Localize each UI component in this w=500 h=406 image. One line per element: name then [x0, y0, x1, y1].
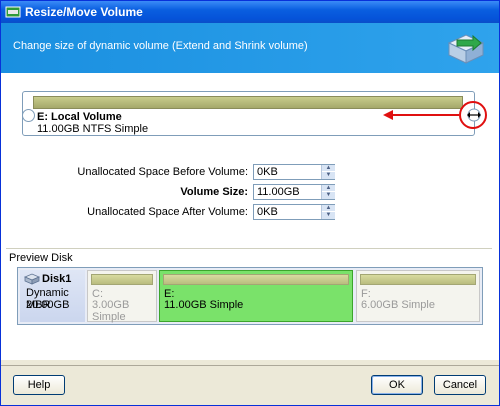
partition-f[interactable]: F: 6.00GB Simple — [356, 270, 480, 322]
before-space-down-icon[interactable]: ▼ — [322, 172, 335, 179]
volume-info: 11.00GB NTFS Simple — [37, 123, 149, 135]
drag-hint-arrow-icon — [383, 101, 487, 129]
volume-size-down-icon[interactable]: ▼ — [322, 192, 335, 199]
volume-size-spinner[interactable]: 11.00GB ▲ ▼ — [253, 184, 335, 200]
before-space-up-icon[interactable]: ▲ — [322, 165, 335, 172]
volume-size-label: Volume Size: — [180, 186, 248, 198]
preview-group-divider — [6, 248, 492, 249]
partition-c[interactable]: C: 3.00GB Simple — [87, 270, 157, 323]
cancel-button[interactable]: Cancel — [434, 375, 486, 395]
before-space-spinner[interactable]: 0KB ▲ ▼ — [253, 164, 335, 180]
dialog-header: Change size of dynamic volume (Extend an… — [1, 23, 499, 73]
after-space-down-icon[interactable]: ▼ — [322, 212, 335, 219]
app-icon — [5, 6, 21, 18]
preview-disk-label: Preview Disk — [9, 252, 73, 264]
dialog-subtitle: Change size of dynamic volume (Extend an… — [13, 40, 308, 52]
volume-size-value[interactable]: 11.00GB — [257, 186, 300, 198]
hard-disk-icon — [24, 273, 40, 285]
disk-name: Disk1 — [42, 273, 72, 285]
after-space-value[interactable]: 0KB — [257, 206, 278, 218]
disk-size: 20.00GB — [26, 299, 70, 311]
volume-name: E: Local Volume — [37, 111, 122, 123]
volume-size-row: Volume Size: 11.00GB ▲ ▼ — [1, 184, 499, 200]
left-resize-handle[interactable] — [22, 109, 35, 122]
after-space-label: Unallocated Space After Volume: — [87, 206, 248, 218]
right-resize-handle-icon[interactable] — [466, 107, 482, 123]
button-bar-divider — [1, 365, 499, 366]
help-button[interactable]: Help — [13, 375, 65, 395]
window-title: Resize/Move Volume — [25, 5, 143, 19]
content-area: E: Local Volume 11.00GB NTFS Simple Unal… — [1, 73, 499, 360]
after-space-row: Unallocated Space After Volume: 0KB ▲ ▼ — [1, 204, 499, 220]
after-space-spinner[interactable]: 0KB ▲ ▼ — [253, 204, 335, 220]
ok-button[interactable]: OK — [371, 375, 423, 395]
partition-f-info: 6.00GB Simple — [361, 299, 435, 311]
before-space-value[interactable]: 0KB — [257, 166, 278, 178]
disk-info-cell: Disk1 Dynamic MBR 20.00GB — [20, 270, 85, 322]
partition-e-info: 11.00GB Simple — [164, 299, 244, 311]
before-space-row: Unallocated Space Before Volume: 0KB ▲ ▼ — [1, 164, 499, 180]
title-bar[interactable]: Resize/Move Volume — [1, 1, 499, 23]
after-space-up-icon[interactable]: ▲ — [322, 205, 335, 212]
resize-move-volume-window: Resize/Move Volume Change size of dynami… — [0, 0, 500, 406]
before-space-label: Unallocated Space Before Volume: — [77, 166, 248, 178]
partition-e[interactable]: E: 11.00GB Simple — [159, 270, 353, 322]
partition-c-info: 3.00GB Simple — [92, 299, 130, 323]
resize-volume-icon — [447, 34, 485, 64]
preview-disk-map: Disk1 Dynamic MBR 20.00GB C: 3.00GB Simp… — [17, 267, 483, 325]
volume-size-up-icon[interactable]: ▲ — [322, 185, 335, 192]
